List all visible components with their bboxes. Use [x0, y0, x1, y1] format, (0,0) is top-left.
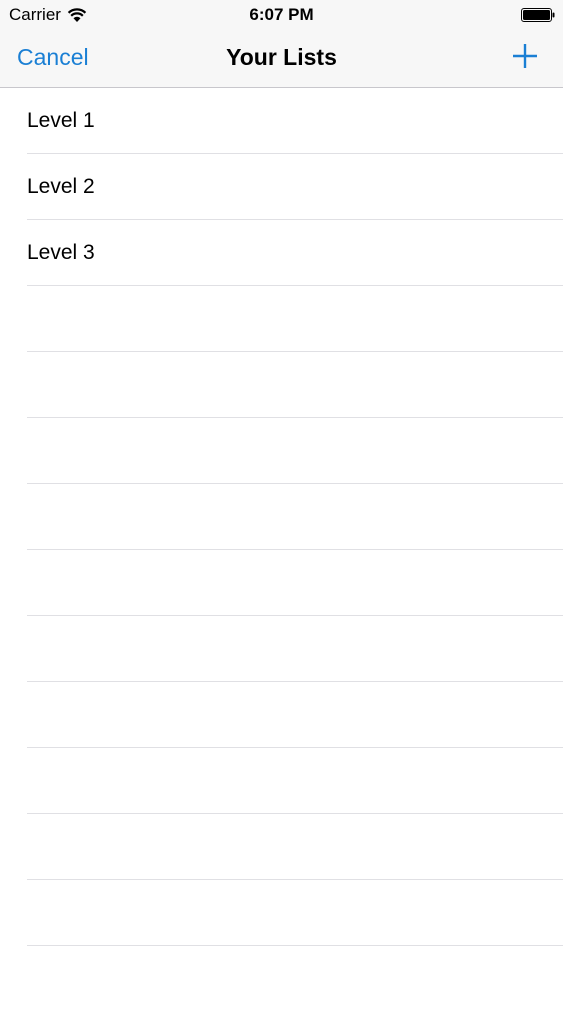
list-item-label: Level 1 [27, 108, 95, 132]
list-item[interactable]: Level 1 [27, 88, 563, 154]
empty-row [27, 352, 563, 418]
empty-row [27, 550, 563, 616]
empty-row [27, 880, 563, 946]
status-bar: Carrier 6:07 PM [0, 0, 563, 30]
empty-row [27, 814, 563, 880]
status-time: 6:07 PM [249, 5, 314, 24]
plus-icon[interactable] [511, 42, 539, 70]
empty-row [27, 418, 563, 484]
list-item-label: Level 2 [27, 174, 95, 198]
lists-table: Level 1 Level 2 Level 3 [0, 88, 563, 1012]
empty-row [27, 286, 563, 352]
empty-row [27, 682, 563, 748]
empty-row [27, 748, 563, 814]
battery-icon [521, 8, 555, 22]
page-title: Your Lists [226, 44, 337, 70]
empty-row [27, 946, 563, 1012]
list-item[interactable]: Level 3 [27, 220, 563, 286]
empty-row [27, 484, 563, 550]
empty-row [27, 616, 563, 682]
list-item[interactable]: Level 2 [27, 154, 563, 220]
list-item-label: Level 3 [27, 240, 95, 264]
navigation-bar: Cancel Your Lists [0, 30, 563, 88]
